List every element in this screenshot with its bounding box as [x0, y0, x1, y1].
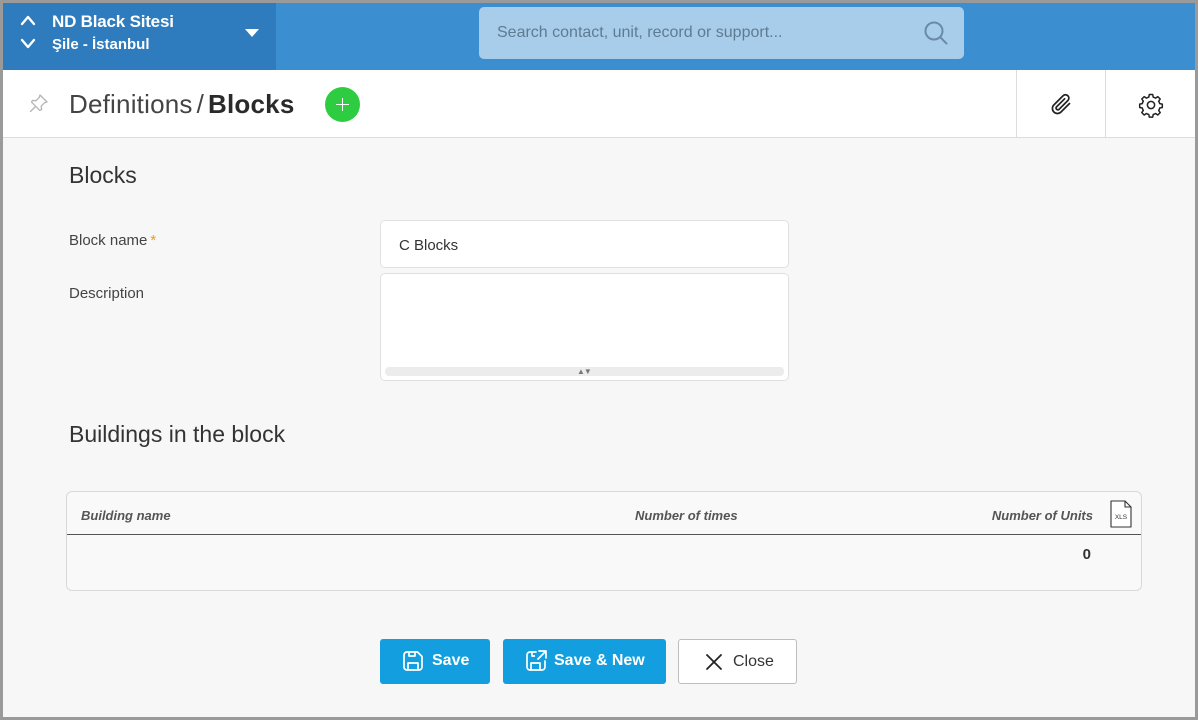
breadcrumb-separator: / — [196, 89, 205, 119]
description-textarea[interactable] — [387, 280, 782, 364]
add-button[interactable] — [325, 87, 360, 122]
page-header: Definitions / Blocks — [3, 70, 1195, 138]
pin-icon[interactable] — [29, 93, 49, 113]
close-button[interactable]: Close — [678, 639, 797, 684]
app-window: ND Black Sitesi Şile - İstanbul Definiti… — [3, 3, 1195, 717]
search-icon[interactable] — [923, 20, 949, 46]
save-button-label: Save — [432, 652, 470, 669]
cell-number-of-units: 0 — [1082, 546, 1091, 563]
column-header-building-name[interactable]: Building name — [81, 508, 171, 523]
save-and-new-button-label: Save & New — [554, 652, 645, 669]
block-name-label-text: Block name — [69, 232, 148, 249]
resize-handle[interactable]: ▲▼ — [385, 367, 784, 376]
section-title-buildings: Buildings in the block — [69, 421, 286, 447]
paperclip-icon — [1051, 93, 1071, 115]
close-icon — [706, 654, 722, 670]
resize-arrows-icon: ▲▼ — [577, 367, 592, 376]
section-title-blocks: Blocks — [69, 162, 137, 188]
floppy-export-icon — [526, 650, 547, 671]
required-indicator: * — [150, 232, 157, 249]
site-switcher[interactable]: ND Black Sitesi Şile - İstanbul — [3, 3, 276, 70]
block-name-field — [380, 220, 789, 268]
xls-file-icon[interactable]: XLS — [1110, 500, 1132, 528]
page-title: Blocks — [208, 89, 295, 119]
search-input[interactable] — [497, 21, 907, 45]
site-location: Şile - İstanbul — [52, 36, 150, 53]
caret-down-icon[interactable] — [245, 29, 259, 37]
save-and-new-button[interactable]: Save & New — [503, 639, 666, 684]
block-name-input[interactable] — [399, 234, 769, 256]
site-name: ND Black Sitesi — [52, 12, 174, 31]
gear-icon — [1138, 93, 1164, 118]
breadcrumb-parent[interactable]: Definitions — [69, 89, 193, 119]
floppy-disk-icon — [403, 651, 423, 671]
settings-button[interactable] — [1105, 70, 1194, 138]
top-bar: ND Black Sitesi Şile - İstanbul — [3, 3, 1195, 70]
search-box — [479, 7, 964, 59]
chevron-down-icon[interactable] — [20, 38, 36, 50]
save-button[interactable]: Save — [380, 639, 490, 684]
breadcrumb: Definitions / Blocks — [69, 89, 295, 120]
description-label: Description — [69, 285, 145, 302]
block-name-label: Block name * — [69, 232, 156, 249]
attachments-button[interactable] — [1016, 70, 1105, 138]
column-header-number-of-times[interactable]: Number of times — [635, 508, 738, 523]
svg-text:XLS: XLS — [1115, 514, 1128, 521]
chevron-up-icon[interactable] — [20, 14, 36, 26]
description-field: ▲▼ — [380, 273, 789, 381]
buildings-table: Building name Number of times Number of … — [66, 491, 1142, 591]
table-header: Building name Number of times Number of … — [67, 492, 1141, 535]
column-header-number-of-units[interactable]: Number of Units — [992, 508, 1093, 523]
close-button-label: Close — [733, 653, 774, 670]
